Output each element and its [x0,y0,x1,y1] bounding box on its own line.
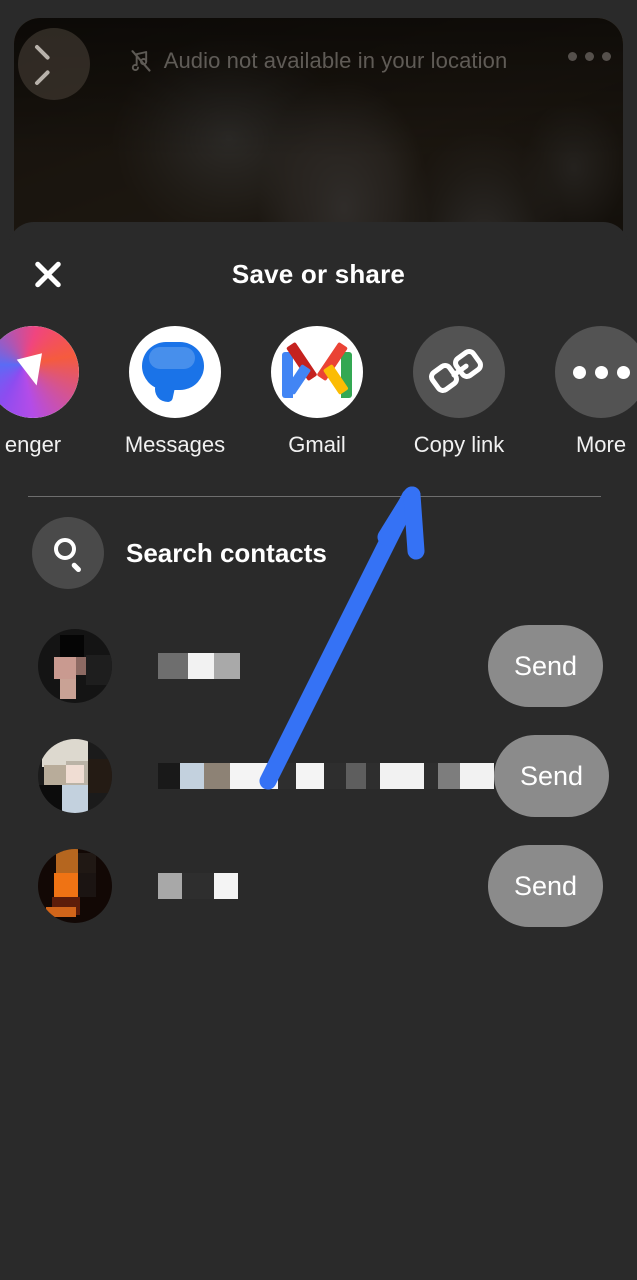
dot [594,365,608,379]
send-button[interactable]: Send [487,845,603,927]
share-target-label: Messages [124,432,226,457]
phone-screen: Audio not available in your location Sav… [0,0,637,1280]
share-target-messenger[interactable]: enger [0,326,104,458]
sheet-title: Save or share [231,258,406,289]
close-x-icon [31,257,65,291]
share-target-copy-link[interactable]: Copy link [388,326,530,458]
contact-row[interactable]: Send [8,611,629,721]
dot [585,52,594,61]
search-icon-circle [32,517,104,589]
search-ring [54,538,76,560]
dot [616,365,630,379]
gmail-icon-circle [271,326,363,418]
share-targets-row[interactable]: enger Messages Gmail Copy link More [0,326,637,486]
sheet-header: Save or share [8,222,629,326]
google-messages-icon [142,342,208,402]
bubble-highlight [149,347,195,369]
messenger-icon [0,326,79,418]
share-target-label: enger [4,432,62,457]
contact-row[interactable]: Send [8,721,629,831]
chevron-left-icon [43,45,65,83]
chain-link-icon [425,345,487,397]
search-handle [71,561,82,573]
dot [602,52,611,61]
share-target-label: Gmail [288,432,346,457]
share-target-label: More [575,432,627,457]
messenger-bolt [16,353,50,389]
redacted-avatar [38,739,112,813]
search-icon [52,537,84,573]
redacted-contact-name [158,653,488,679]
dot [568,52,577,61]
share-target-label: Copy link [413,432,505,457]
share-bottom-sheet: Save or share enger Messages Gmail Copy … [0,222,637,1280]
close-sheet-button[interactable] [26,252,70,296]
redacted-contact-name [158,763,494,789]
more-horizontal-dots-icon [572,365,630,379]
share-target-more[interactable]: More [530,326,637,458]
search-contacts-button[interactable]: Search contacts [8,497,629,609]
contact-list: Send Send Send [8,609,629,941]
video-top-gradient [14,18,623,158]
send-button[interactable]: Send [487,625,603,707]
back-button[interactable] [18,28,90,100]
redacted-avatar [38,629,112,703]
send-button[interactable]: Send [494,735,610,817]
contact-row[interactable]: Send [8,831,629,941]
more-icon-circle [555,326,637,418]
share-target-messages[interactable]: Messages [104,326,246,458]
messenger-icon-circle [0,326,79,418]
more-options-button[interactable] [568,52,611,61]
search-contacts-label: Search contacts [126,537,327,568]
messages-icon-circle [129,326,221,418]
gmail-icon [282,341,352,398]
share-target-gmail[interactable]: Gmail [246,326,388,458]
dot [572,365,586,379]
copy-link-icon-circle [413,326,505,418]
redacted-avatar [38,849,112,923]
redacted-contact-name [158,873,488,899]
